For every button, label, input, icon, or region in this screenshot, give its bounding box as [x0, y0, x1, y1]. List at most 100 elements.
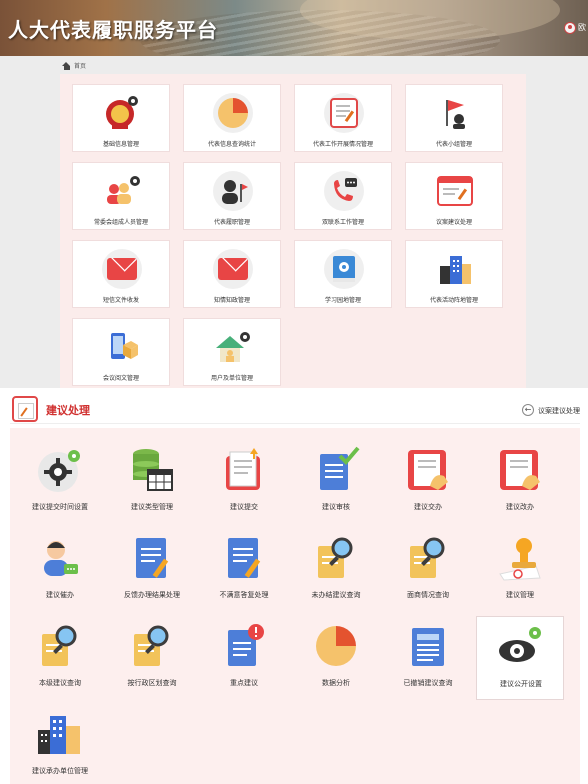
document-search-icon — [36, 622, 84, 670]
buildings-icon — [36, 710, 84, 758]
module-label: 代表信息查询统计 — [207, 141, 256, 148]
suggestion-review[interactable]: 建议审核 — [292, 440, 380, 524]
module-tile-rep-duty[interactable]: 代表履职管理 — [183, 162, 281, 230]
unfinished-suggestion-query[interactable]: 未办结建议查询 — [292, 528, 380, 612]
suggestion-assign[interactable]: 建议交办 — [384, 440, 472, 524]
document-pen-icon — [220, 534, 268, 582]
item-label: 不满意答复处理 — [219, 591, 269, 599]
suggestion-submit-time-settings[interactable]: 建议提交时间设置 — [16, 440, 104, 524]
item-label: 建议提交时间设置 — [32, 503, 88, 511]
feedback-result-handling[interactable]: 反馈办理结果处理 — [108, 528, 196, 612]
item-label: 重点建议 — [230, 679, 258, 687]
item-label: 已撤销建议查询 — [403, 679, 453, 687]
module-tile-sms-files[interactable]: 短信文件收发 — [72, 240, 170, 308]
emblem-gear-icon — [102, 93, 142, 133]
document-alert-icon — [220, 622, 268, 670]
suggestion-submit[interactable]: 建议提交 — [200, 440, 288, 524]
header-banner: 人大代表履职服务平台 欧 — [0, 0, 588, 56]
suggestion-type-management[interactable]: 建议类型管理 — [108, 440, 196, 524]
module-tile-study-garden[interactable]: 学习园地管理 — [294, 240, 392, 308]
document-upload-icon — [220, 446, 268, 494]
unsatisfied-reply-handling[interactable]: 不满意答复处理 — [200, 528, 288, 612]
book-icon — [324, 249, 364, 289]
person-chat-icon — [36, 534, 84, 582]
revoked-suggestion-query[interactable]: 已撤销建议查询 — [384, 616, 472, 700]
user-avatar-icon[interactable] — [564, 22, 576, 34]
phone-box-icon — [102, 327, 142, 367]
module-tile-committee-members[interactable]: 常委会组成人员管理 — [72, 162, 170, 230]
item-label: 建议类型管理 — [131, 503, 173, 511]
group-flag-icon — [435, 93, 475, 133]
item-label: 建议提交 — [230, 503, 258, 511]
people-gear-icon — [102, 171, 142, 211]
suggestion-grid: 建议提交时间设置 建议类型管理 建议提交 建议审核 建议交办 建议改办 建议催办… — [10, 428, 580, 784]
document-search-icon — [312, 534, 360, 582]
item-label: 建议公开设置 — [500, 680, 542, 688]
breadcrumb-home-label[interactable]: 首页 — [74, 61, 86, 70]
item-label: 按行政区划查询 — [127, 679, 177, 687]
section-title: 建议处理 — [46, 404, 90, 417]
document-search-icon — [128, 622, 176, 670]
suggestion-handling-screen: 建议处理 ← 议案建议处理 建议提交时间设置 建议类型管理 建议提交 建议审核 … — [0, 388, 588, 784]
module-label: 代表工作开展情况管理 — [312, 141, 373, 148]
module-label: 知情知政管理 — [213, 297, 250, 304]
back-arrow-icon[interactable]: ← — [522, 404, 534, 416]
person-flag-icon — [213, 171, 253, 211]
gear-icon — [36, 446, 84, 494]
suggestion-publicity-settings[interactable]: 建议公开设置 — [476, 616, 564, 700]
local-suggestion-query[interactable]: 本级建议查询 — [16, 616, 104, 700]
module-label: 用户及单位管理 — [210, 375, 253, 382]
document-search-icon — [404, 534, 452, 582]
suggestion-urge[interactable]: 建议催办 — [16, 528, 104, 612]
module-label: 代表活动阵地管理 — [429, 297, 478, 304]
module-label: 短信文件收发 — [102, 297, 139, 304]
module-tile-dual-contact[interactable]: 双联系工作管理 — [294, 162, 392, 230]
browser-edit-icon — [435, 171, 475, 211]
document-edit-icon — [12, 396, 38, 422]
suggestion-reassign[interactable]: 建议改办 — [476, 440, 564, 524]
module-tile-rep-stats[interactable]: 代表信息查询统计 — [183, 84, 281, 152]
key-suggestions[interactable]: 重点建议 — [200, 616, 288, 700]
module-label: 常委会组成人员管理 — [93, 219, 148, 226]
module-tile-proposal-handling[interactable]: 议案建议处理 — [405, 162, 503, 230]
home-icon[interactable] — [62, 61, 71, 70]
document-edit-icon — [324, 93, 364, 133]
hand-document-icon — [496, 446, 544, 494]
newspaper-icon — [404, 622, 452, 670]
phone-chat-icon — [324, 171, 364, 211]
module-tile-rep-work[interactable]: 代表工作开展情况管理 — [294, 84, 392, 152]
document-check-icon — [312, 446, 360, 494]
suggestion-management[interactable]: 建议管理 — [476, 528, 564, 612]
region-suggestion-query[interactable]: 按行政区划查询 — [108, 616, 196, 700]
module-label: 学习园地管理 — [324, 297, 361, 304]
stamp-icon — [496, 534, 544, 582]
house-gear-icon — [213, 327, 253, 367]
item-label: 本级建议查询 — [39, 679, 81, 687]
item-label: 建议催办 — [46, 591, 74, 599]
module-tile-rep-groups[interactable]: 代表小组管理 — [405, 84, 503, 152]
module-label: 会议阅文管理 — [102, 375, 139, 382]
pie-chart-icon — [312, 622, 360, 670]
item-label: 面商情况查询 — [407, 591, 449, 599]
data-analysis[interactable]: 数据分析 — [292, 616, 380, 700]
item-label: 建议改办 — [506, 503, 534, 511]
mail-icon — [102, 249, 142, 289]
user-name[interactable]: 欧 — [578, 22, 588, 33]
main-portal-screen: 人大代表履职服务平台 欧 首页 基础信息管理 代表信息查询统计 代表工作开展情况… — [0, 0, 588, 388]
back-link[interactable]: 议案建议处理 — [538, 406, 580, 416]
item-label: 未办结建议查询 — [311, 591, 361, 599]
suggestion-undertaker-management[interactable]: 建议承办单位管理 — [16, 704, 104, 784]
item-label: 建议审核 — [322, 503, 350, 511]
consultation-query[interactable]: 面商情况查询 — [384, 528, 472, 612]
item-label: 建议管理 — [506, 591, 534, 599]
module-label: 基础信息管理 — [102, 141, 139, 148]
module-tile-meeting-docs[interactable]: 会议阅文管理 — [72, 318, 170, 386]
buildings-icon — [435, 249, 475, 289]
module-tile-info-politics[interactable]: 知情知政管理 — [183, 240, 281, 308]
module-tile-activity-base[interactable]: 代表活动阵地管理 — [405, 240, 503, 308]
module-tile-basic-info[interactable]: 基础信息管理 — [72, 84, 170, 152]
module-tile-users-units[interactable]: 用户及单位管理 — [183, 318, 281, 386]
item-label: 建议承办单位管理 — [32, 767, 88, 775]
item-label: 建议交办 — [414, 503, 442, 511]
module-label: 代表小组管理 — [435, 141, 472, 148]
